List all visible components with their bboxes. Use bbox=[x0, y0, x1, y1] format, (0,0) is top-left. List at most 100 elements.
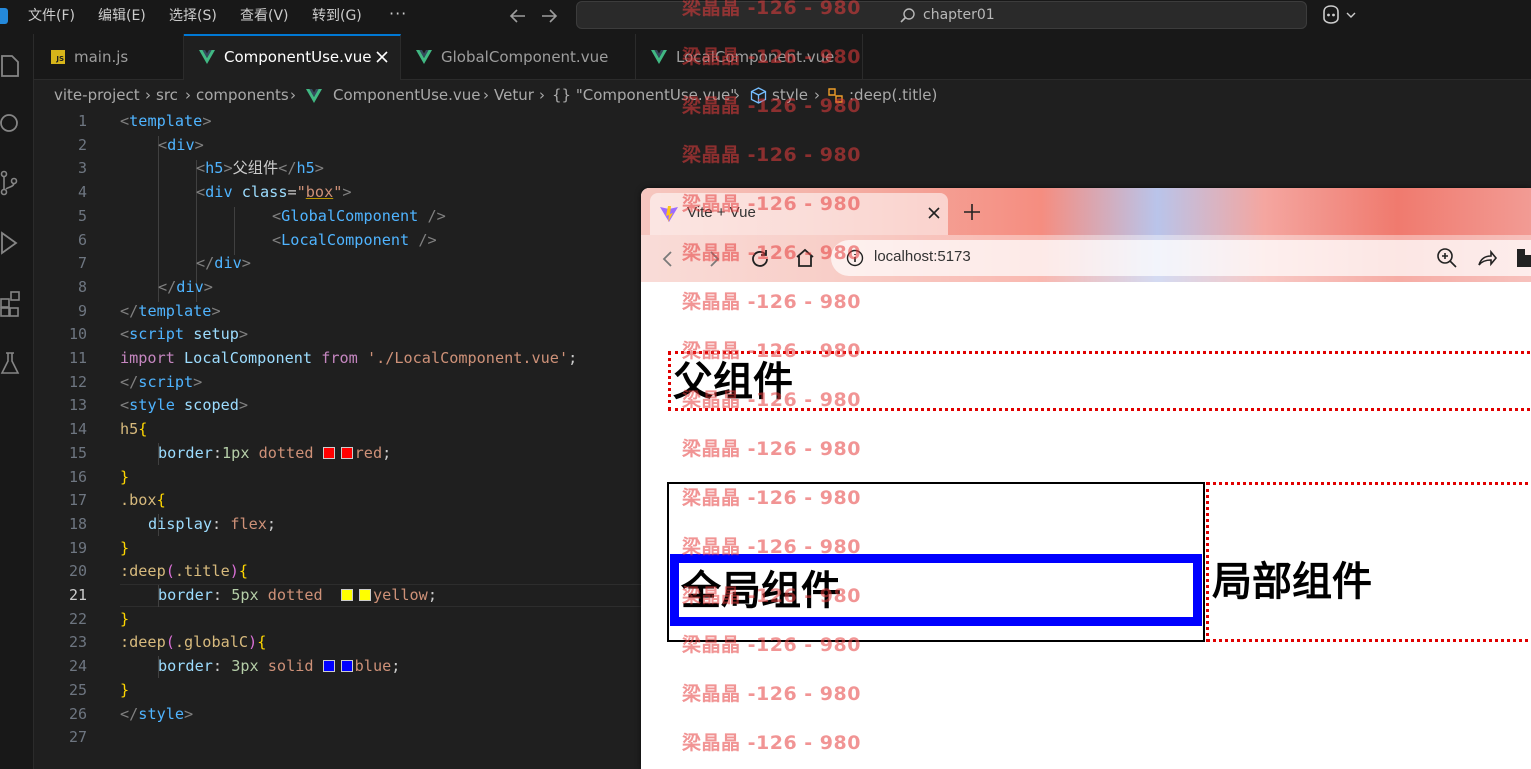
code-line-12: </script> bbox=[120, 372, 203, 391]
code-line-13: <style scoped> bbox=[120, 396, 249, 415]
watermark-text: 梁晶晶 -126 - 980 bbox=[682, 340, 861, 362]
menu-file[interactable]: 文件(F) bbox=[28, 0, 75, 34]
extensions-icon[interactable] bbox=[0, 289, 22, 317]
menu-edit[interactable]: 编辑(E) bbox=[98, 0, 146, 34]
watermark-text: 梁晶晶 -126 - 980 bbox=[682, 46, 861, 68]
color-swatch-blue[interactable] bbox=[322, 660, 335, 673]
extension-puzzle-icon[interactable] bbox=[1513, 247, 1531, 269]
run-debug-icon[interactable] bbox=[0, 229, 22, 257]
address-text: localhost:5173 bbox=[874, 248, 971, 265]
tab-main-js[interactable]: JS main.js bbox=[34, 34, 184, 80]
vue-icon bbox=[651, 50, 667, 64]
code-line-24: border: 3px solid blue; bbox=[158, 657, 401, 676]
menu-more-icon[interactable]: ··· bbox=[389, 0, 407, 28]
code-editor[interactable]: 1 2 3 4 5 6 7 8 9 10 11 12 13 14 15 16 17 18 19 20 21 22 23 24 2… bbox=[34, 110, 660, 769]
menu-go[interactable]: 转到(G) bbox=[312, 0, 362, 34]
line-number: 19 bbox=[68, 538, 87, 557]
line-number: 9 bbox=[77, 301, 87, 320]
watermark-text: 梁晶晶 -126 - 980 bbox=[682, 95, 861, 117]
breadcrumb-item[interactable]: components bbox=[196, 86, 289, 104]
line-number: 21 bbox=[68, 586, 87, 604]
line-number: 13 bbox=[68, 396, 87, 415]
watermark-text: 梁晶晶 -126 - 980 bbox=[682, 0, 861, 19]
share-icon[interactable] bbox=[1476, 247, 1498, 269]
code-line-26: </style> bbox=[120, 704, 194, 723]
tab-globalcomponent-vue[interactable]: GlobalComponent.vue bbox=[401, 34, 636, 80]
code-line-1: <template> bbox=[120, 112, 212, 130]
close-icon[interactable] bbox=[373, 48, 391, 66]
color-swatch-blue[interactable] bbox=[340, 660, 353, 673]
zoom-icon[interactable] bbox=[1436, 247, 1458, 269]
vue-icon bbox=[306, 89, 322, 103]
line-number: 6 bbox=[77, 230, 87, 249]
watermark-text: 梁晶晶 -126 - 980 bbox=[682, 683, 861, 705]
code-line-4: <div class="box"> bbox=[196, 183, 352, 202]
testing-flask-icon[interactable] bbox=[0, 349, 22, 377]
code-line-10: <script setup> bbox=[120, 325, 249, 344]
new-tab-plus-icon[interactable] bbox=[962, 202, 982, 222]
watermark-text: 梁晶晶 -126 - 980 bbox=[682, 291, 861, 313]
code-line-16: } bbox=[120, 467, 130, 486]
close-icon[interactable] bbox=[927, 206, 941, 220]
code-line-9: </template> bbox=[120, 301, 221, 320]
code-line-18: display: flex; bbox=[148, 514, 277, 533]
code-line-25: } bbox=[120, 680, 130, 699]
breadcrumb-item[interactable]: :deep(.title) bbox=[849, 86, 937, 104]
line-number: 4 bbox=[77, 183, 87, 202]
menu-selection[interactable]: 选择(S) bbox=[169, 0, 217, 34]
vscode-logo-icon bbox=[0, 8, 8, 24]
color-swatch-red[interactable] bbox=[340, 446, 353, 459]
color-swatch-red[interactable] bbox=[322, 446, 335, 459]
back-arrow-icon[interactable] bbox=[657, 248, 679, 270]
code-line-5: <GlobalComponent /> bbox=[272, 206, 446, 225]
vue-icon bbox=[199, 50, 215, 64]
line-number: 8 bbox=[77, 277, 87, 296]
chevron-right-icon: › bbox=[290, 86, 296, 104]
code-line-23: :deep(.globalC){ bbox=[120, 633, 267, 652]
tab-componentuse-vue[interactable]: ComponentUse.vue bbox=[184, 34, 401, 80]
breadcrumb-item[interactable]: Vetur bbox=[494, 86, 534, 104]
tab-label: GlobalComponent.vue bbox=[441, 48, 609, 66]
watermark-text: 梁晶晶 -126 - 980 bbox=[682, 438, 861, 460]
line-number: 25 bbox=[68, 680, 87, 699]
explorer-icon[interactable] bbox=[0, 52, 22, 80]
code-line-19: } bbox=[120, 538, 130, 557]
watermark-text: 梁晶晶 -126 - 980 bbox=[682, 732, 861, 754]
breadcrumb-item[interactable]: src bbox=[156, 86, 178, 104]
code-line-15: border:1px dotted red; bbox=[158, 443, 392, 462]
color-swatch-yellow[interactable] bbox=[340, 589, 353, 601]
code-line-17: .box{ bbox=[120, 491, 166, 510]
code-line-8: </div> bbox=[158, 277, 213, 296]
chevron-right-icon: › bbox=[185, 86, 191, 104]
source-control-icon[interactable] bbox=[0, 169, 22, 197]
code-line-11: import LocalComponent from './LocalCompo… bbox=[120, 349, 578, 367]
watermark-text: 梁晶晶 -126 - 980 bbox=[682, 389, 861, 411]
color-swatch-yellow[interactable] bbox=[358, 589, 371, 601]
line-number: 3 bbox=[77, 159, 87, 178]
search-icon bbox=[900, 8, 915, 23]
line-number: 5 bbox=[77, 206, 87, 225]
copilot-icon[interactable] bbox=[1320, 4, 1360, 26]
address-bar[interactable]: localhost:5173 bbox=[831, 240, 1531, 276]
search-view-icon[interactable] bbox=[0, 109, 22, 137]
chevron-right-icon: › bbox=[145, 86, 151, 104]
line-number: 27 bbox=[68, 728, 87, 747]
back-arrow-icon[interactable] bbox=[506, 4, 530, 28]
forward-arrow-icon[interactable] bbox=[537, 4, 561, 28]
line-number: 12 bbox=[68, 372, 87, 391]
command-center-text: chapter01 bbox=[923, 7, 995, 23]
line-number: 1 bbox=[77, 112, 87, 130]
code-line-20: :deep(.title){ bbox=[120, 562, 249, 581]
code-line-6: <LocalComponent /> bbox=[272, 230, 437, 249]
js-icon: JS bbox=[51, 50, 65, 64]
watermark-text: 梁晶晶 -126 - 980 bbox=[682, 585, 861, 607]
tab-label: main.js bbox=[74, 48, 129, 66]
code-line-21: border: 5px dotted yellow; bbox=[158, 586, 437, 604]
breadcrumb-item[interactable]: ComponentUse.vue bbox=[333, 86, 481, 104]
code-line-22: } bbox=[120, 609, 130, 628]
watermark-text: 梁晶晶 -126 - 980 bbox=[682, 634, 861, 656]
code-line-3: <h5>父组件</h5> bbox=[196, 159, 324, 178]
vue-icon bbox=[416, 50, 432, 64]
menu-view[interactable]: 查看(V) bbox=[240, 0, 289, 34]
breadcrumb-item[interactable]: vite-project bbox=[54, 86, 140, 104]
